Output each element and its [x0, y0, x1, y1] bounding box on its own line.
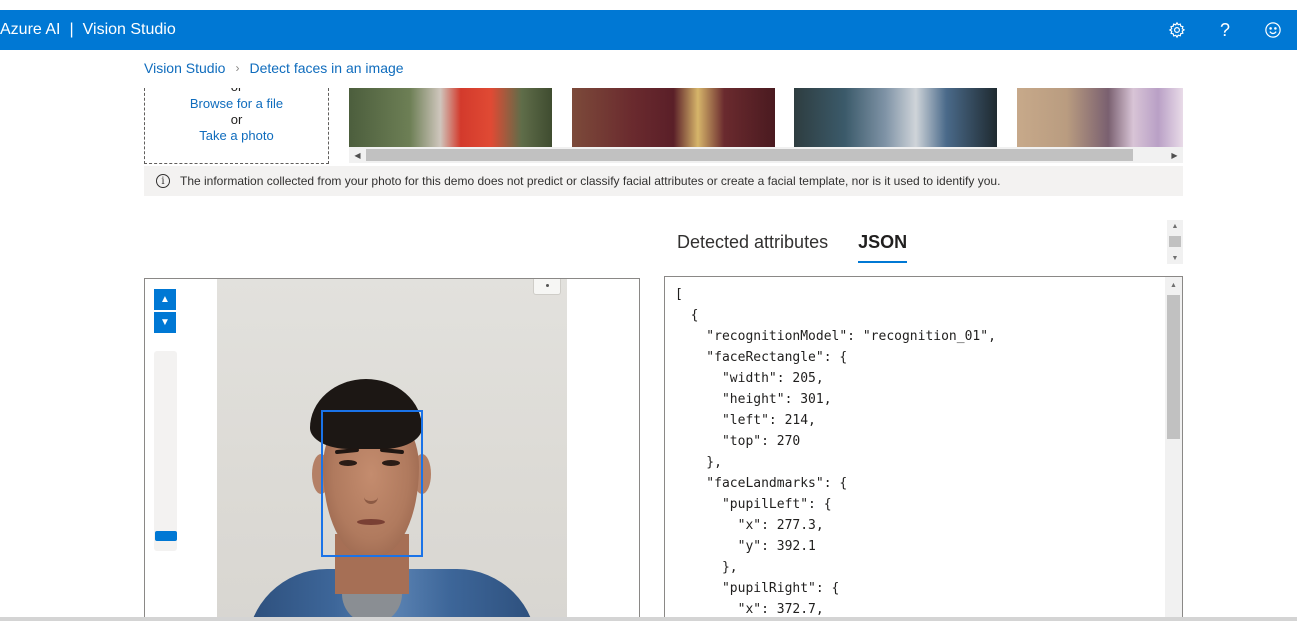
scroll-left-arrow-icon[interactable]: ◀ — [349, 147, 366, 163]
tabs-scrollbar[interactable]: ▲ ▼ — [1167, 220, 1183, 264]
breadcrumb: Vision Studio › Detect faces in an image — [144, 60, 404, 76]
json-output-text: [ { "recognitionModel": "recognition_01"… — [675, 287, 996, 617]
feedback-button[interactable] — [1249, 10, 1297, 50]
result-tabs: Detected attributes JSON — [677, 231, 937, 265]
brand-vision-studio: Vision Studio — [82, 21, 176, 38]
scroll-right-arrow-icon[interactable]: ▶ — [1166, 147, 1183, 163]
scrollbar-thumb[interactable] — [1169, 236, 1181, 247]
tab-json[interactable]: JSON — [858, 231, 908, 263]
json-output-panel[interactable]: [ { "recognitionModel": "recognition_01"… — [664, 276, 1183, 621]
sample-images-scrollbar[interactable]: ◀ ▶ — [349, 147, 1183, 163]
sample-images-strip — [349, 88, 1183, 148]
face-bounding-box — [321, 410, 423, 557]
zoom-slider-track[interactable] — [154, 351, 177, 551]
scroll-up-arrow-icon[interactable]: ▲ — [1165, 279, 1182, 291]
brand[interactable]: Azure AI | Vision Studio — [0, 10, 176, 50]
scrollbar-thumb[interactable] — [1167, 295, 1180, 439]
json-scrollbar[interactable]: ▲ — [1165, 277, 1182, 621]
privacy-info-banner: i The information collected from your ph… — [144, 166, 1183, 196]
upload-or-text: or — [145, 88, 328, 94]
scroll-up-arrow-icon[interactable]: ▲ — [1167, 220, 1183, 232]
zoom-out-button[interactable]: ▼ — [154, 312, 176, 333]
top-strip — [0, 0, 1297, 10]
upload-dropzone[interactable]: or Browse for a file or Take a photo — [144, 88, 329, 164]
upload-or-text: or — [230, 112, 243, 127]
sample-image-thumbnail[interactable] — [572, 88, 775, 147]
feedback-smile-icon — [1264, 21, 1282, 39]
zoom-slider-handle[interactable] — [155, 531, 177, 541]
settings-button[interactable] — [1153, 10, 1201, 50]
app-header: Azure AI | Vision Studio ? — [0, 10, 1297, 50]
tab-detected-attributes[interactable]: Detected attributes — [677, 231, 828, 263]
help-icon: ? — [1219, 19, 1230, 40]
sample-image-thumbnail[interactable] — [1017, 88, 1183, 147]
privacy-info-text: The information collected from your phot… — [180, 174, 1001, 188]
bottom-strip — [0, 617, 1297, 621]
chevron-right-icon: › — [235, 61, 240, 75]
header-icons: ? — [1153, 10, 1297, 50]
image-viewer: ▲ ▼ — [144, 278, 640, 621]
zoom-in-button[interactable]: ▲ — [154, 289, 176, 310]
take-photo-link[interactable]: Take a photo — [145, 128, 328, 143]
sample-image-thumbnail[interactable] — [349, 88, 552, 147]
sample-image-thumbnail[interactable] — [794, 88, 997, 147]
wall-outlet — [533, 279, 561, 295]
brand-separator: | — [69, 21, 74, 38]
gear-icon — [1168, 21, 1186, 39]
info-icon: i — [156, 174, 170, 188]
breadcrumb-vision-studio[interactable]: Vision Studio — [144, 60, 225, 76]
scrollbar-thumb[interactable] — [366, 149, 1133, 161]
breadcrumb-detect-faces[interactable]: Detect faces in an image — [249, 60, 403, 76]
scroll-down-arrow-icon[interactable]: ▼ — [1167, 252, 1183, 264]
browse-file-link[interactable]: Browse for a file — [145, 96, 328, 111]
brand-azure-ai: Azure AI — [0, 21, 61, 38]
help-button[interactable]: ? — [1201, 10, 1249, 50]
